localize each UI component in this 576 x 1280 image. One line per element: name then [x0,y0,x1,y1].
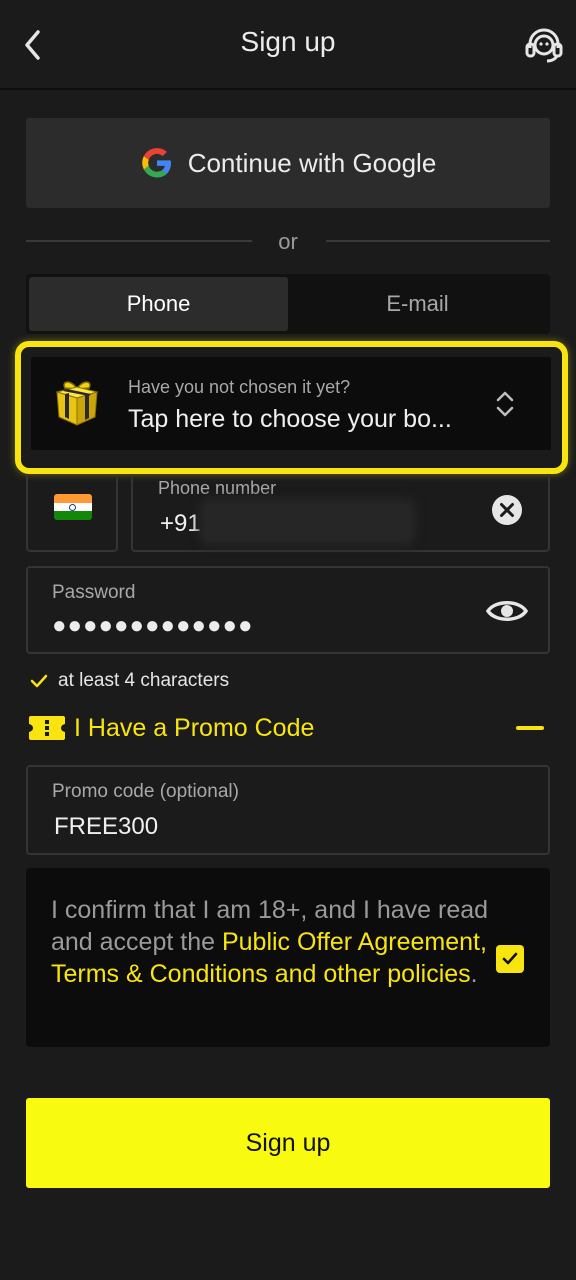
terms-conditions-link[interactable]: Terms & Conditions and other policies [51,960,471,988]
india-flag-icon [54,494,92,520]
bonus-selector[interactable]: Have you not chosen it yet? Tap here to … [31,357,551,450]
password-field[interactable]: Password ●●●●●●●●●●●●● [26,566,550,654]
clear-icon[interactable] [491,494,523,526]
password-rule: at least 4 characters [30,670,229,692]
chevron-up-down-icon [496,391,514,417]
header: Sign up [0,0,576,90]
password-rule-text: at least 4 characters [58,670,230,691]
consent-panel: I confirm that I am 18+, and I have read… [26,868,550,1047]
consent-text: I confirm that I am 18+, and I have read… [51,894,491,990]
promo-code-label: Promo code (optional) [52,781,239,802]
check-icon [30,674,48,688]
public-offer-link[interactable]: Public Offer Agreement [222,928,480,956]
bonus-value: Tap here to choose your bo... [128,405,452,433]
page-title: Sign up [240,26,336,57]
tab-email[interactable]: E-mail [288,277,547,331]
phone-prefix: +91 [160,510,201,537]
country-code-select[interactable] [26,474,118,552]
promo-code-value: FREE300 [54,813,159,840]
support-button[interactable] [524,26,564,64]
continue-with-google-button[interactable]: Continue with Google [26,118,550,208]
divider-line-right [326,240,550,242]
promo-code-toggle[interactable]: I Have a Promo Code [26,708,550,750]
password-value: ●●●●●●●●●●●●● [52,612,254,639]
ticket-icon [29,716,65,740]
consent-separator: , [479,928,487,956]
google-icon [141,148,171,178]
divider-or-label: or [278,229,298,254]
tab-phone[interactable]: Phone [29,277,288,331]
consent-checkbox[interactable] [496,945,524,973]
phone-number-redacted [205,504,410,540]
check-icon [502,952,518,965]
google-button-label: Continue with Google [187,147,437,178]
minus-icon [516,726,544,730]
gift-icon [55,381,99,426]
promo-code-field[interactable]: Promo code (optional) FREE300 [26,765,550,855]
password-label: Password [52,582,136,603]
consent-text-after: . [470,960,478,988]
auth-method-tabs: Phone E-mail [26,274,550,334]
sign-up-button[interactable]: Sign up [26,1098,550,1188]
eye-icon[interactable] [486,594,528,628]
bonus-hint-label: Have you not chosen it yet? [128,377,351,397]
promo-code-toggle-label: I Have a Promo Code [74,714,315,742]
phone-number-label: Phone number [158,478,277,498]
headset-icon [525,28,563,63]
phone-number-field[interactable]: Phone number +91 [131,474,550,552]
